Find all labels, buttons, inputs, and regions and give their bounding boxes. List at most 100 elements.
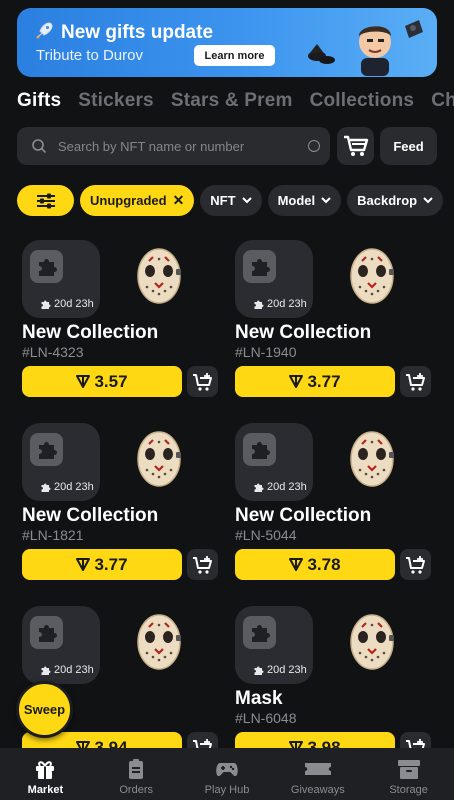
nav-label: Giveaways	[290, 784, 345, 796]
filter-chip-label: Model	[277, 193, 316, 208]
price-value: 3.77	[94, 554, 128, 574]
add-to-cart-icon	[405, 372, 425, 391]
feed-button[interactable]: Feed	[380, 127, 437, 165]
nft-thumbnail[interactable]: 20d 23h	[235, 606, 313, 684]
search-icon	[32, 139, 47, 154]
learn-more-button[interactable]: Learn more	[194, 45, 275, 66]
nft-id: #LN-6048	[235, 710, 297, 726]
ton-icon	[76, 375, 91, 388]
ton-icon	[289, 375, 304, 388]
nav-label: Play Hub	[204, 784, 250, 796]
timer-text: 20d 23h	[267, 481, 307, 493]
filter-chip-label: Unupgraded	[90, 193, 167, 208]
tab-ch[interactable]: Ch	[431, 90, 454, 112]
puzzle-icon	[41, 666, 51, 675]
add-to-cart-icon	[192, 372, 212, 391]
timer-badge: 20d 23h	[253, 481, 307, 493]
nft-id: #LN-1940	[235, 344, 297, 360]
hockey-mask-image	[350, 614, 394, 670]
nft-id: #LN-4323	[22, 344, 84, 360]
banner-gifts-illustration	[308, 20, 423, 76]
nft-thumbnail[interactable]: 20d 23h	[22, 240, 100, 318]
filter-chip-label: NFT	[210, 193, 236, 208]
sweep-button[interactable]: Sweep	[16, 681, 73, 738]
nft-card[interactable]: 20d 23h New Collection #LN-1821 3.77	[17, 415, 230, 585]
banner-title: New gifts update	[35, 20, 213, 45]
loading-spinner-icon	[308, 140, 320, 152]
filter-chip-model[interactable]: Model	[267, 185, 342, 216]
gift-icon	[36, 761, 55, 779]
hockey-mask-image	[137, 614, 181, 670]
filter-bar: Unupgraded ✕ NFT Model Backdrop	[17, 185, 444, 216]
add-to-cart-icon	[405, 555, 425, 574]
puzzle-icon	[38, 258, 57, 276]
puzzle-icon	[251, 258, 270, 276]
buy-price-button[interactable]: 3.57	[22, 366, 182, 397]
add-to-cart-button[interactable]	[400, 366, 431, 397]
puzzle-icon	[41, 300, 51, 309]
puzzle-icon	[41, 483, 51, 492]
price-value: 3.78	[307, 554, 341, 574]
buy-price-button[interactable]: 3.77	[235, 366, 395, 397]
hockey-mask-image	[137, 431, 181, 487]
nav-storage[interactable]: Storage	[363, 748, 454, 800]
nft-name: Mask	[235, 688, 283, 709]
puzzle-icon	[38, 624, 57, 642]
unupgraded-badge	[30, 433, 63, 466]
filter-chip-unupgraded[interactable]: Unupgraded ✕	[80, 185, 195, 216]
search-bar	[17, 127, 330, 165]
cart-button[interactable]	[337, 127, 374, 165]
filter-settings-button[interactable]	[17, 185, 74, 216]
tab-stickers[interactable]: Stickers	[78, 90, 154, 112]
timer-text: 20d 23h	[267, 664, 307, 676]
close-icon[interactable]: ✕	[173, 192, 185, 209]
unupgraded-badge	[30, 616, 63, 649]
unupgraded-badge	[30, 250, 63, 283]
nav-giveaways[interactable]: Giveaways	[272, 748, 363, 800]
tab-gifts[interactable]: Gifts	[17, 90, 61, 112]
filter-chip-backdrop[interactable]: Backdrop	[347, 185, 444, 216]
hockey-mask-image	[137, 248, 181, 304]
buy-price-button[interactable]: 3.78	[235, 549, 395, 580]
nft-thumbnail[interactable]: 20d 23h	[22, 423, 100, 501]
hockey-mask-image	[350, 431, 394, 487]
timer-badge: 20d 23h	[253, 298, 307, 310]
nav-market[interactable]: Market	[0, 748, 91, 800]
tab-stars-prem[interactable]: Stars & Prem	[171, 90, 293, 112]
nft-card[interactable]: 20d 23h Mask #LN-6048 3.98	[230, 598, 443, 768]
ticket-icon	[304, 763, 331, 775]
promo-banner[interactable]: New gifts update Tribute to Durov Learn …	[17, 8, 437, 77]
nft-thumbnail[interactable]: 20d 23h	[235, 423, 313, 501]
add-to-cart-button[interactable]	[400, 549, 431, 580]
puzzle-icon	[254, 666, 264, 675]
timer-text: 20d 23h	[54, 664, 94, 676]
cart-icon	[343, 135, 368, 156]
sliders-icon	[36, 193, 55, 208]
puzzle-icon	[38, 441, 57, 459]
timer-badge: 20d 23h	[40, 298, 94, 310]
market-page: New gifts update Tribute to Durov Learn …	[0, 0, 454, 800]
chevron-down-icon	[321, 197, 331, 204]
nft-thumbnail[interactable]: 20d 23h	[22, 606, 100, 684]
nav-play-hub[interactable]: Play Hub	[182, 748, 273, 800]
nav-orders[interactable]: Orders	[91, 748, 182, 800]
tab-collections[interactable]: Collections	[310, 90, 415, 112]
add-to-cart-button[interactable]	[187, 549, 218, 580]
buy-price-button[interactable]: 3.77	[22, 549, 182, 580]
filter-chip-nft[interactable]: NFT	[200, 185, 262, 216]
unupgraded-badge	[243, 250, 276, 283]
puzzle-icon	[251, 441, 270, 459]
nft-name: New Collection	[235, 322, 372, 343]
nft-thumbnail[interactable]: 20d 23h	[235, 240, 313, 318]
nft-card[interactable]: 20d 23h New Collection #LN-1940 3.77	[230, 232, 443, 402]
hockey-mask-image	[350, 248, 394, 304]
nft-card[interactable]: 20d 23h New Collection #LN-4323 3.57	[17, 232, 230, 402]
nft-id: #LN-5044	[235, 527, 297, 543]
ton-icon	[289, 558, 304, 571]
nft-card[interactable]: 20d 23h New Collection #LN-5044 3.78	[230, 415, 443, 585]
add-to-cart-button[interactable]	[187, 366, 218, 397]
search-input[interactable]	[58, 138, 298, 154]
puzzle-icon	[254, 300, 264, 309]
nft-name: New Collection	[235, 505, 372, 526]
storage-icon	[397, 760, 420, 779]
